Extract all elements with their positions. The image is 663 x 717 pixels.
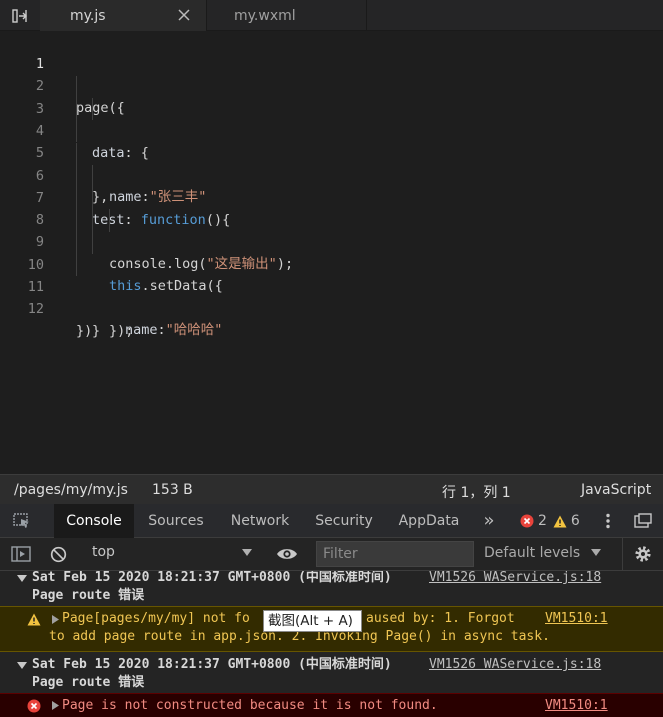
warning-count: 6 [570,513,580,529]
code-line: 9 name:"哈哈哈" [0,209,663,338]
tab-sources[interactable]: Sources [138,504,214,538]
line-number: 12 [27,301,44,318]
editor-tab-bar: my.js my.wxml [0,0,663,31]
cursor-position[interactable]: 行 1，列 1 [442,482,511,502]
warning-text: aused by: 1. Forgot [366,611,515,626]
code-line: 3 data: { [0,75,663,161]
context-value: top [92,544,115,560]
collapse-triangle-icon[interactable] [17,662,27,670]
code-line: 10 }); [0,231,663,339]
expand-triangle-icon[interactable] [52,701,59,710]
error-icon [520,514,534,528]
tab-my-wxml[interactable]: my.wxml [207,0,367,31]
indent-guide [76,231,77,254]
tab-appdata[interactable]: AppData [390,504,468,538]
code-line: 5 }, [0,120,663,205]
tab-console[interactable]: Console [54,504,134,538]
warning-text: Page[pages/my/my] not fo [62,611,250,626]
indent-guide [76,142,77,165]
code-text: }); [109,322,134,339]
code-line: 12 }) [0,276,663,339]
source-link[interactable]: VM1526 WAService.js:18 [429,656,601,674]
source-link[interactable]: VM1510:1 [545,610,608,628]
divider [622,538,623,571]
indent-guide [92,187,93,210]
toggle-sidebar-icon[interactable] [0,0,40,31]
indent-guide [76,75,77,98]
context-select[interactable]: top [84,542,260,567]
group-title: Page route 错误 [32,588,145,603]
chevron-down-icon [242,549,252,556]
code-text: }) [76,323,93,340]
indent-guide [92,164,93,188]
console-error[interactable]: Page is not constructed because it is no… [0,693,663,717]
collapse-triangle-icon[interactable] [17,575,27,583]
console-output[interactable]: Sat Feb 15 2020 18:21:37 GMT+0800 (中国标准时… [0,571,663,717]
code-editor[interactable]: 1 2 page({ 3 data: { 4 name:"张三丰" 5 }, 6… [0,31,663,474]
file-path: /pages/my/my.js [14,482,128,498]
inspect-element-icon[interactable] [12,512,32,534]
language-mode[interactable]: JavaScript [581,482,651,498]
indent-guide [76,164,77,188]
code-line: 6 test: function(){ [0,142,663,228]
chevron-down-icon [590,549,601,556]
eye-icon[interactable] [276,546,298,566]
warning-icon [27,613,41,626]
code-line: 7 console.log("这是输出"); [0,164,663,272]
indent-guide [76,120,77,143]
kebab-menu-icon[interactable] [602,513,614,533]
error-count: 2 [538,513,547,529]
screenshot-tooltip: 截图(Alt + A) [263,610,362,632]
indent-guide [109,209,110,232]
tab-my-js[interactable]: my.js [40,0,207,31]
issue-counters[interactable]: 2 6 [520,513,580,529]
code-text: } [92,323,101,339]
indent-guide [92,97,93,121]
code-line: 8 this.setData({ [0,187,663,294]
tab-network[interactable]: Network [222,504,298,538]
code-line: 2 page({ [0,53,663,116]
levels-label: Default levels [484,545,581,561]
error-text: Page is not constructed because it is no… [62,698,438,713]
code-line: 11 } [0,254,663,339]
file-size: 153 B [152,482,193,498]
indent-guide [76,254,77,277]
devtools-tab-bar: Console Sources Network Security AppData… [0,504,663,538]
group-title: Page route 错误 [32,675,145,690]
code-line: 4 name:"张三丰" [0,97,663,205]
gear-icon[interactable] [634,545,652,567]
more-tabs-icon[interactable]: » [478,504,500,538]
close-icon[interactable] [176,7,192,23]
indent-guide [76,209,77,232]
indent-guide [92,209,93,232]
indent-guide [92,231,93,254]
error-icon [27,699,41,713]
indent-guide [76,97,77,121]
filter-input[interactable] [316,541,474,567]
tab-security[interactable]: Security [306,504,382,538]
group-timestamp: Sat Feb 15 2020 18:21:37 GMT+0800 (中国标准时… [32,657,392,672]
undock-icon[interactable] [634,513,652,533]
source-link[interactable]: VM1526 WAService.js:18 [429,571,601,587]
console-toolbar: top Default levels [0,538,663,571]
tab-label: my.wxml [234,7,296,24]
code-text: name:"哈哈哈" [125,322,223,339]
indent-guide [76,187,77,210]
expand-triangle-icon[interactable] [52,615,59,624]
sidebar-toggle-icon[interactable] [11,545,31,567]
group-timestamp: Sat Feb 15 2020 18:21:37 GMT+0800 (中国标准时… [32,571,392,585]
tab-label: my.js [70,7,106,24]
status-bar: /pages/my/my.js 153 B 行 1，列 1 JavaScript [0,474,663,504]
clear-console-icon[interactable] [50,546,67,567]
warning-icon [553,515,567,527]
source-link[interactable]: VM1510:1 [545,697,608,715]
levels-dropdown[interactable]: Default levels [484,545,601,561]
code-line: 1 [0,31,663,72]
